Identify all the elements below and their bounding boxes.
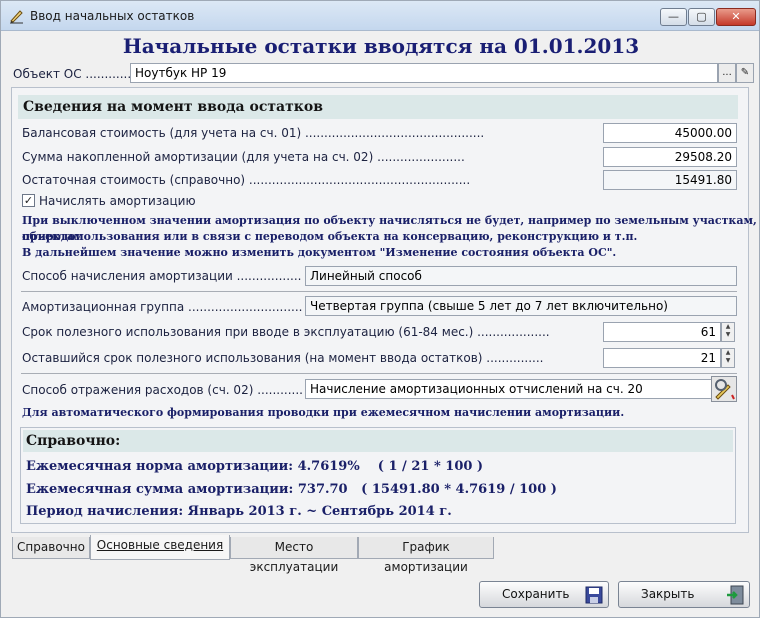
residual-field: 15491.80 <box>603 170 737 190</box>
dialog-window: Ввод начальных остатков — ▢ ✕ Начальные … <box>0 0 760 618</box>
close-button-label: Закрыть <box>641 587 695 601</box>
accrue-checkbox[interactable]: ✓ <box>22 194 35 207</box>
reference-line: Ежемесячная сумма амортизации: 737.70 ( … <box>26 482 557 497</box>
remaining-life-label: Оставшийся срок полезного использования … <box>22 351 544 365</box>
tab-main-info[interactable]: Основные сведения <box>90 535 230 560</box>
note-line: В дальнейшем значение можно изменить док… <box>22 246 617 259</box>
window-title: Ввод начальных остатков <box>30 9 195 23</box>
balance-field[interactable]: 45000.00 <box>603 123 737 143</box>
exit-door-icon <box>727 585 744 605</box>
useful-life-stepper[interactable]: ▲ ▼ <box>721 322 735 342</box>
maximize-button[interactable]: ▢ <box>688 8 715 26</box>
note-line: природопользования или в связи с перевод… <box>22 230 638 243</box>
accrue-checkbox-label[interactable]: Начислять амортизацию <box>39 194 196 208</box>
spin-up-icon[interactable]: ▲ <box>722 323 734 331</box>
close-window-button[interactable]: ✕ <box>716 8 756 26</box>
tab-location[interactable]: Место эксплуатации <box>230 537 358 574</box>
asset-field[interactable]: Ноутбук HP 19 <box>130 63 718 83</box>
group-field[interactable]: Четвертая группа (свыше 5 лет до 7 лет в… <box>305 296 737 316</box>
reference-line: Ежемесячная норма амортизации: 4.7619% (… <box>26 459 484 474</box>
method-label: Способ начисления амортизации ..........… <box>22 269 302 283</box>
spin-up-icon[interactable]: ▲ <box>722 349 734 357</box>
expense-note: Для автоматического формирования проводк… <box>22 406 625 419</box>
spin-down-icon[interactable]: ▼ <box>722 357 734 365</box>
close-button[interactable]: Закрыть <box>618 581 750 608</box>
useful-life-field[interactable]: 61 <box>603 322 721 342</box>
save-button-label: Сохранить <box>502 587 570 601</box>
balance-label: Балансовая стоимость (для учета на сч. 0… <box>22 126 485 140</box>
remaining-life-field[interactable]: 21 <box>603 348 721 368</box>
edit-pencil-icon <box>10 10 23 24</box>
reference-title: Справочно: <box>23 430 733 452</box>
wrench-pencil-icon <box>715 379 735 400</box>
tab-depreciation-schedule[interactable]: График амортизации <box>358 537 494 574</box>
asset-label: Объект ОС .................. <box>13 67 131 81</box>
expense-label: Способ отражения расходов (сч. 02) .....… <box>22 383 302 397</box>
expense-select[interactable]: Начисление амортизационных отчислений на… <box>305 379 715 399</box>
method-field[interactable]: Линейный способ <box>305 266 737 286</box>
divider <box>21 373 737 374</box>
minimize-button[interactable]: — <box>660 8 687 26</box>
divider <box>21 291 737 292</box>
spin-down-icon[interactable]: ▼ <box>722 331 734 339</box>
asset-select-button[interactable]: ... <box>718 63 736 83</box>
page-heading: Начальные остатки вводятся на 01.01.2013 <box>122 34 640 58</box>
asset-open-button[interactable]: ✎ <box>736 63 754 83</box>
expense-edit-button[interactable] <box>711 376 737 402</box>
useful-life-label: Срок полезного использования при вводе в… <box>22 325 550 339</box>
section-title: Сведения на момент ввода остатков <box>18 95 738 119</box>
accum-field[interactable]: 29508.20 <box>603 147 737 167</box>
remaining-life-stepper[interactable]: ▲ ▼ <box>721 348 735 368</box>
save-disk-icon <box>585 586 603 604</box>
reference-line: Период начисления: Январь 2013 г. ~ Сент… <box>26 504 452 519</box>
group-label: Амортизационная группа .................… <box>22 300 302 314</box>
save-button[interactable]: Сохранить <box>479 581 609 608</box>
open-edit-icon: ✎ <box>740 67 750 78</box>
title-bar[interactable]: Ввод начальных остатков — ▢ ✕ <box>1 1 759 31</box>
residual-label: Остаточная стоимость (справочно) .......… <box>22 173 471 187</box>
accum-label: Сумма накопленной амортизации (для учета… <box>22 150 465 164</box>
tab-reference[interactable]: Справочно <box>12 537 90 559</box>
